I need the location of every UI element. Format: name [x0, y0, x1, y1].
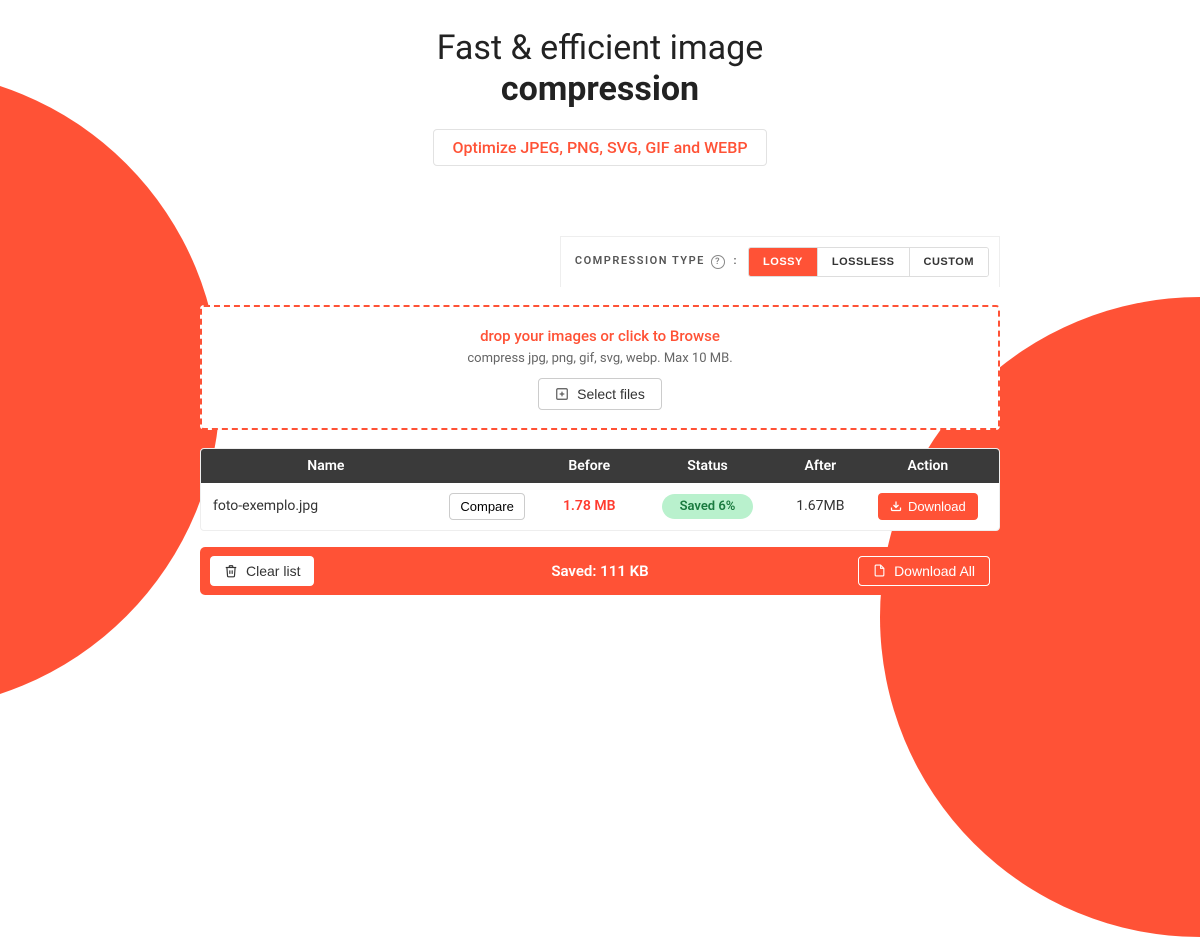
clear-list-label: Clear list [246, 563, 300, 579]
dropzone[interactable]: drop your images or click to Browse comp… [200, 305, 1000, 430]
compression-type-label: COMPRESSION TYPE ? : [575, 254, 738, 269]
trash-icon [224, 564, 238, 578]
compression-type-lossy[interactable]: LOSSY [749, 248, 817, 276]
cell-after: 1.67MB [772, 498, 869, 514]
select-files-button[interactable]: Select files [538, 378, 662, 410]
cell-before: 1.78 MB [535, 498, 643, 514]
compression-type-row: COMPRESSION TYPE ? : LOSSY LOSSLESS CUST… [560, 236, 1000, 287]
dropzone-headline: drop your images or click to Browse [212, 327, 988, 345]
th-before: Before [535, 458, 643, 474]
compression-type-segmented: LOSSY LOSSLESS CUSTOM [748, 247, 989, 277]
table-row: foto-exemplo.jpg Compare 1.78 MB Saved 6… [201, 483, 999, 530]
download-label: Download [908, 499, 966, 514]
hero-title-line1: Fast & efficient image [0, 28, 1200, 69]
compression-type-custom[interactable]: CUSTOM [909, 248, 988, 276]
th-action: Action [869, 458, 987, 474]
table-header: Name Before Status After Action [201, 449, 999, 483]
help-icon[interactable]: ? [711, 255, 725, 269]
th-status: Status [643, 458, 772, 474]
hero-section: Fast & efficient image compression Optim… [0, 0, 1200, 166]
saved-summary: Saved: 111 KB [551, 562, 648, 580]
compression-type-label-text: COMPRESSION TYPE [575, 254, 705, 267]
download-all-label: Download All [894, 563, 975, 579]
download-all-button[interactable]: Download All [858, 556, 990, 586]
dropzone-subtext: compress jpg, png, gif, svg, webp. Max 1… [212, 351, 988, 366]
cell-filename: foto-exemplo.jpg [213, 498, 439, 514]
compare-button[interactable]: Compare [449, 493, 524, 520]
clear-list-button[interactable]: Clear list [210, 556, 314, 586]
download-button[interactable]: Download [878, 493, 978, 520]
th-after: After [772, 458, 869, 474]
download-icon [890, 500, 902, 512]
add-file-icon [555, 387, 569, 401]
results-table: Name Before Status After Action foto-exe… [200, 448, 1000, 531]
compression-type-lossless[interactable]: LOSSLESS [817, 248, 909, 276]
status-badge: Saved 6% [662, 494, 754, 519]
th-name: Name [213, 458, 439, 474]
hero-subtitle: Optimize JPEG, PNG, SVG, GIF and WEBP [433, 129, 766, 166]
hero-title-line2: compression [0, 69, 1200, 109]
file-icon [873, 564, 886, 577]
footer-bar: Clear list Saved: 111 KB Download All [200, 547, 1000, 595]
select-files-label: Select files [577, 386, 645, 402]
